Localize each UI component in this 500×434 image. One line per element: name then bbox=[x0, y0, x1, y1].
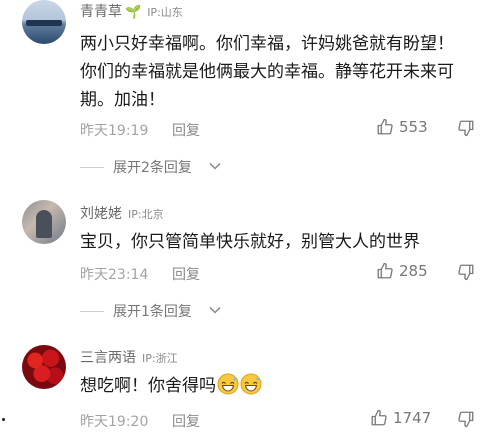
dislike-button[interactable] bbox=[457, 410, 475, 432]
reply-button[interactable]: 回复 bbox=[172, 411, 200, 431]
comment-text-body: 想吃啊！你舍得吗 bbox=[80, 376, 216, 396]
ip-location: IP:北京 bbox=[128, 208, 164, 221]
username[interactable]: 三言两语 IP:浙江 bbox=[80, 347, 178, 367]
like-count: 285 bbox=[399, 262, 428, 280]
dislike-button[interactable] bbox=[457, 263, 475, 285]
like-count: 1747 bbox=[393, 409, 432, 427]
chevron-down-icon bbox=[209, 306, 221, 314]
thumbs-down-icon bbox=[458, 264, 474, 281]
expand-replies-label: 展开1条回复 bbox=[113, 304, 192, 320]
username-text: 青青草 bbox=[80, 4, 122, 20]
like-button[interactable]: 553 bbox=[376, 118, 428, 136]
avatar[interactable] bbox=[22, 0, 66, 44]
comment-text: 两小只好幸福啊。你们幸福，许妈姚爸就有盼望！你们的幸福就是他俩最大的幸福。静等花… bbox=[80, 34, 454, 110]
username[interactable]: 青青草 🌱 IP:山东 bbox=[80, 1, 183, 21]
divider bbox=[80, 167, 104, 168]
thumbs-up-icon bbox=[377, 262, 393, 279]
avatar[interactable] bbox=[22, 200, 66, 244]
dislike-button[interactable] bbox=[457, 119, 475, 141]
comment-meta: 昨天23:14 回复 285 bbox=[80, 262, 480, 286]
ip-location: IP:山东 bbox=[147, 6, 183, 19]
comment-meta: 昨天19:19 回复 553 bbox=[80, 118, 480, 142]
comment-text: 想吃啊！你舍得吗 bbox=[80, 372, 460, 400]
expand-replies[interactable]: 展开1条回复 bbox=[80, 301, 480, 321]
comment-meta: 昨天19:20 回复 1747 bbox=[80, 409, 480, 433]
seedling-icon: 🌱 bbox=[125, 5, 142, 20]
expand-replies-label: 展开2条回复 bbox=[113, 160, 192, 176]
thumbs-down-icon bbox=[458, 411, 474, 428]
stray-dot bbox=[2, 418, 5, 421]
chevron-down-icon bbox=[209, 162, 221, 170]
like-button[interactable]: 285 bbox=[376, 262, 428, 280]
like-button[interactable]: 1747 bbox=[370, 409, 431, 427]
comment-text: 宝贝，你只管简单快乐就好，别管大人的世界 bbox=[80, 232, 420, 252]
username-text: 刘姥姥 bbox=[80, 206, 122, 222]
divider bbox=[80, 311, 104, 312]
grinning-sweat-emoji bbox=[217, 373, 239, 395]
reply-button[interactable]: 回复 bbox=[172, 264, 200, 284]
thumbs-up-icon bbox=[371, 409, 387, 426]
ip-location: IP:浙江 bbox=[142, 352, 178, 365]
reply-button[interactable]: 回复 bbox=[172, 120, 200, 140]
timestamp: 昨天19:20 bbox=[80, 414, 149, 430]
like-count: 553 bbox=[399, 118, 428, 136]
timestamp: 昨天19:19 bbox=[80, 123, 149, 139]
username[interactable]: 刘姥姥 IP:北京 bbox=[80, 203, 164, 223]
grinning-sweat-emoji bbox=[240, 373, 262, 395]
thumbs-down-icon bbox=[458, 120, 474, 137]
username-text: 三言两语 bbox=[80, 350, 136, 366]
expand-replies[interactable]: 展开2条回复 bbox=[80, 157, 480, 177]
timestamp: 昨天23:14 bbox=[80, 267, 149, 283]
thumbs-up-icon bbox=[377, 118, 393, 135]
avatar[interactable] bbox=[22, 345, 66, 389]
